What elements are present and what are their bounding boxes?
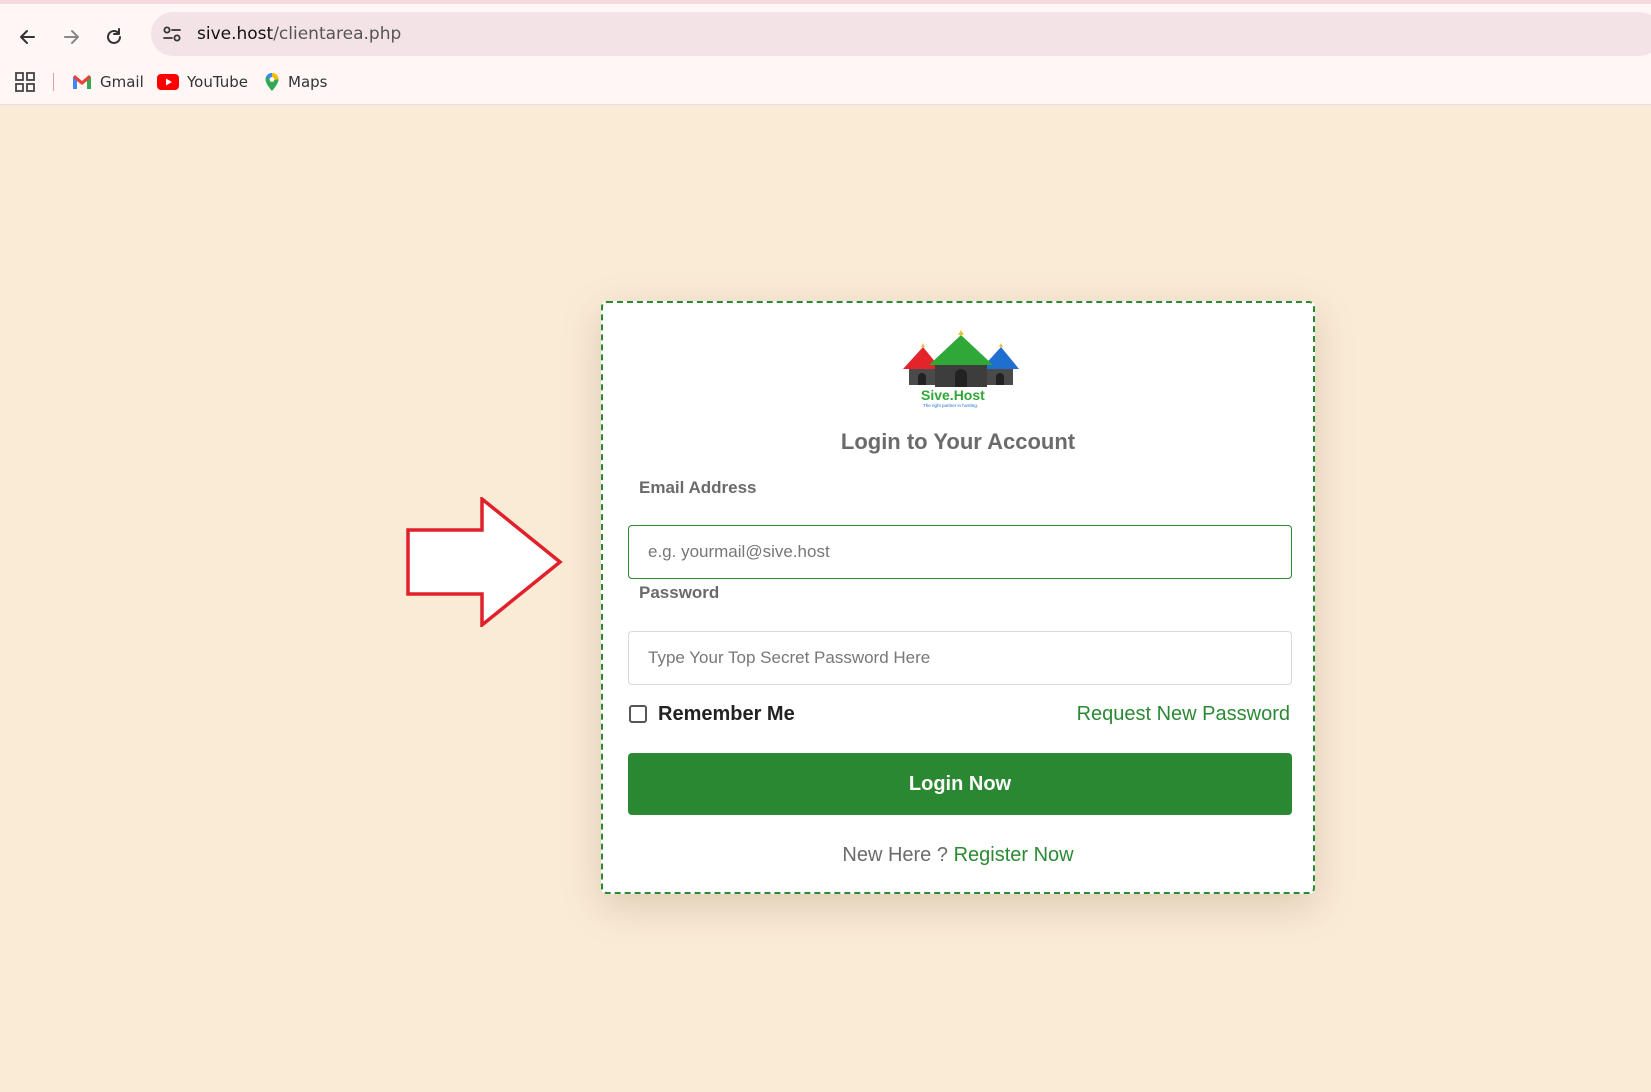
password-label: Password bbox=[639, 583, 720, 602]
forward-button[interactable] bbox=[56, 22, 86, 52]
remember-me-label[interactable]: Remember Me bbox=[658, 703, 795, 726]
sivehost-logo-icon: Sive.Host The right partner in hosting. bbox=[903, 330, 1019, 408]
back-button[interactable] bbox=[13, 22, 43, 52]
bookmarks-bar: Gmail YouTube Maps bbox=[0, 64, 1651, 100]
logo-tagline: The right partner in hosting. bbox=[923, 403, 978, 408]
new-here-text: New Here ? bbox=[842, 844, 948, 866]
password-field[interactable] bbox=[628, 631, 1292, 685]
login-button[interactable]: Login Now bbox=[628, 753, 1292, 815]
bookmark-youtube[interactable]: YouTube bbox=[157, 70, 248, 94]
address-bar[interactable]: sive.host/clientarea.php bbox=[151, 12, 1651, 56]
bookmark-gmail[interactable]: Gmail bbox=[72, 70, 144, 94]
url-text[interactable]: sive.host/clientarea.php bbox=[197, 24, 401, 44]
maps-icon bbox=[265, 73, 279, 91]
gmail-icon bbox=[73, 75, 91, 89]
apps-grid-icon[interactable] bbox=[14, 71, 36, 93]
reload-icon bbox=[107, 28, 121, 44]
remember-me-checkbox[interactable] bbox=[629, 705, 647, 723]
register-prompt: New Here ? Register Now bbox=[603, 844, 1313, 867]
arrow-right-icon bbox=[64, 30, 79, 44]
login-card: Sive.Host The right partner in hosting. … bbox=[601, 301, 1315, 894]
logo-text: Sive.Host bbox=[921, 387, 985, 403]
arrow-left-icon bbox=[20, 30, 35, 44]
browser-chrome: sive.host/clientarea.php Gmail YouTube M… bbox=[0, 4, 1651, 105]
register-link[interactable]: Register Now bbox=[954, 844, 1074, 866]
request-new-password-link[interactable]: Request New Password bbox=[1077, 703, 1290, 726]
bookmark-label: Maps bbox=[288, 73, 328, 91]
email-field[interactable] bbox=[628, 525, 1292, 579]
annotation-arrow-icon bbox=[406, 497, 563, 627]
url-path: /clientarea.php bbox=[273, 24, 402, 44]
bookmark-maps[interactable]: Maps bbox=[264, 70, 327, 94]
bookmark-label: Gmail bbox=[100, 73, 144, 91]
reload-button[interactable] bbox=[99, 22, 129, 52]
bookmark-separator bbox=[53, 73, 54, 91]
site-settings-icon[interactable] bbox=[161, 23, 183, 45]
youtube-icon bbox=[157, 74, 179, 90]
url-host: sive.host bbox=[197, 24, 274, 44]
page-title: Login to Your Account bbox=[840, 429, 1076, 454]
bookmark-label: YouTube bbox=[187, 73, 248, 91]
email-label: Email Address bbox=[639, 478, 757, 497]
